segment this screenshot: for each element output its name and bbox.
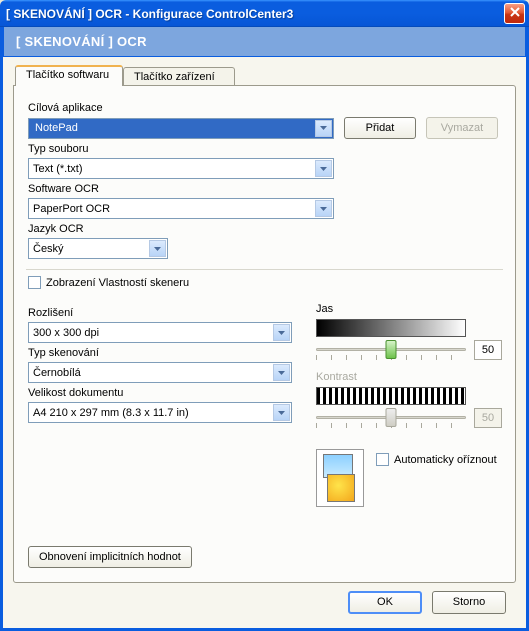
checkbox-label: Zobrazení Vlastností skeneru [46,277,189,289]
combo-value: A4 210 x 297 mm (8.3 x 11.7 in) [33,407,189,419]
body: Tlačítko softwaru Tlačítko zařízení Cílo… [3,57,526,622]
combo-resolution[interactable]: 300 x 300 dpi [28,322,292,343]
ok-button-label: OK [377,596,393,608]
brightness-row: 50 [316,339,502,361]
delete-button: Vymazat [426,117,498,139]
brightness-slider[interactable] [316,339,466,361]
contrast-row: 50 [316,407,502,429]
checkbox-show-scanner-props[interactable]: Zobrazení Vlastností skeneru [28,276,501,289]
chevron-down-icon [315,200,332,217]
tab-device[interactable]: Tlačítko zařízení [123,67,235,86]
subheader-title: [ SKENOVÁNÍ ] OCR [16,34,147,49]
label-doc-size: Velikost dokumentu [28,387,292,399]
contrast-bar [316,387,466,405]
brightness-gradient [316,319,466,337]
contrast-slider [316,407,466,429]
combo-ocr-language[interactable]: Český [28,238,168,259]
label-resolution: Rozlišení [28,307,292,319]
bottom-buttons: OK Storno [13,583,516,614]
combo-doc-size[interactable]: A4 210 x 297 mm (8.3 x 11.7 in) [28,402,292,423]
close-button[interactable] [504,3,525,24]
checkbox-box [28,276,41,289]
combo-value: Text (*.txt) [33,163,83,175]
label-target-app: Cílová aplikace [28,102,501,114]
chevron-down-icon [315,120,332,137]
combo-value: 300 x 300 dpi [33,327,99,339]
chevron-down-icon [149,240,166,257]
tab-label: Tlačítko softwaru [26,69,109,81]
combo-ocr-software[interactable]: PaperPort OCR [28,198,334,219]
checkbox-box [376,453,389,466]
chevron-down-icon [273,404,290,421]
ok-button[interactable]: OK [348,591,422,614]
cancel-button[interactable]: Storno [432,591,506,614]
preview-thumbnail [316,449,364,507]
tab-label: Tlačítko zařízení [134,71,215,83]
column-left: Rozlišení 300 x 300 dpi Typ skenování Če… [28,303,292,507]
brightness-value: 50 [474,340,502,360]
combo-value: PaperPort OCR [33,203,110,215]
combo-target-app[interactable]: NotePad [28,118,334,139]
chevron-down-icon [273,324,290,341]
restore-defaults-button[interactable]: Obnovení implicitních hodnot [28,546,192,568]
label-scan-type: Typ skenování [28,347,292,359]
add-button[interactable]: Přidat [344,117,416,139]
window-frame: [ SKENOVÁNÍ ] OCR Tlačítko softwaru Tlač… [0,27,529,631]
add-button-label: Přidat [366,122,395,134]
combo-value: Český [33,243,64,255]
label-ocr-software: Software OCR [28,183,501,195]
contrast-value: 50 [474,408,502,428]
chevron-down-icon [273,364,290,381]
close-icon [510,7,520,20]
label-file-type: Typ souboru [28,143,501,155]
window-title: [ SKENOVÁNÍ ] OCR - Konfigurace ControlC… [6,7,504,21]
combo-value: Černobílá [33,367,81,379]
subheader: [ SKENOVÁNÍ ] OCR [3,27,526,57]
label-brightness: Jas [316,303,502,315]
checkbox-auto-crop[interactable]: Automaticky oříznout [376,453,497,466]
checkbox-label: Automaticky oříznout [394,454,497,466]
tabstrip: Tlačítko softwaru Tlačítko zařízení [13,65,516,86]
slider-thumb [386,408,397,427]
label-contrast: Kontrast [316,371,502,383]
thumb-row: Automaticky oříznout [316,429,502,507]
chevron-down-icon [315,160,332,177]
label-ocr-language: Jazyk OCR [28,223,501,235]
columns: Rozlišení 300 x 300 dpi Typ skenování Če… [28,303,501,507]
cancel-button-label: Storno [453,596,485,608]
combo-scan-type[interactable]: Černobílá [28,362,292,383]
titlebar: [ SKENOVÁNÍ ] OCR - Konfigurace ControlC… [0,0,529,27]
combo-file-type[interactable]: Text (*.txt) [28,158,334,179]
delete-button-label: Vymazat [441,122,483,134]
separator [26,269,503,270]
restore-defaults-label: Obnovení implicitních hodnot [39,551,181,563]
tab-software[interactable]: Tlačítko softwaru [15,65,123,86]
tab-panel: Cílová aplikace NotePad Přidat Vymazat T… [13,85,516,583]
slider-thumb[interactable] [386,340,397,359]
column-right: Jas 50 Kontrast [316,303,502,507]
row-target-app: NotePad Přidat Vymazat [28,117,501,139]
combo-value: NotePad [33,121,80,135]
